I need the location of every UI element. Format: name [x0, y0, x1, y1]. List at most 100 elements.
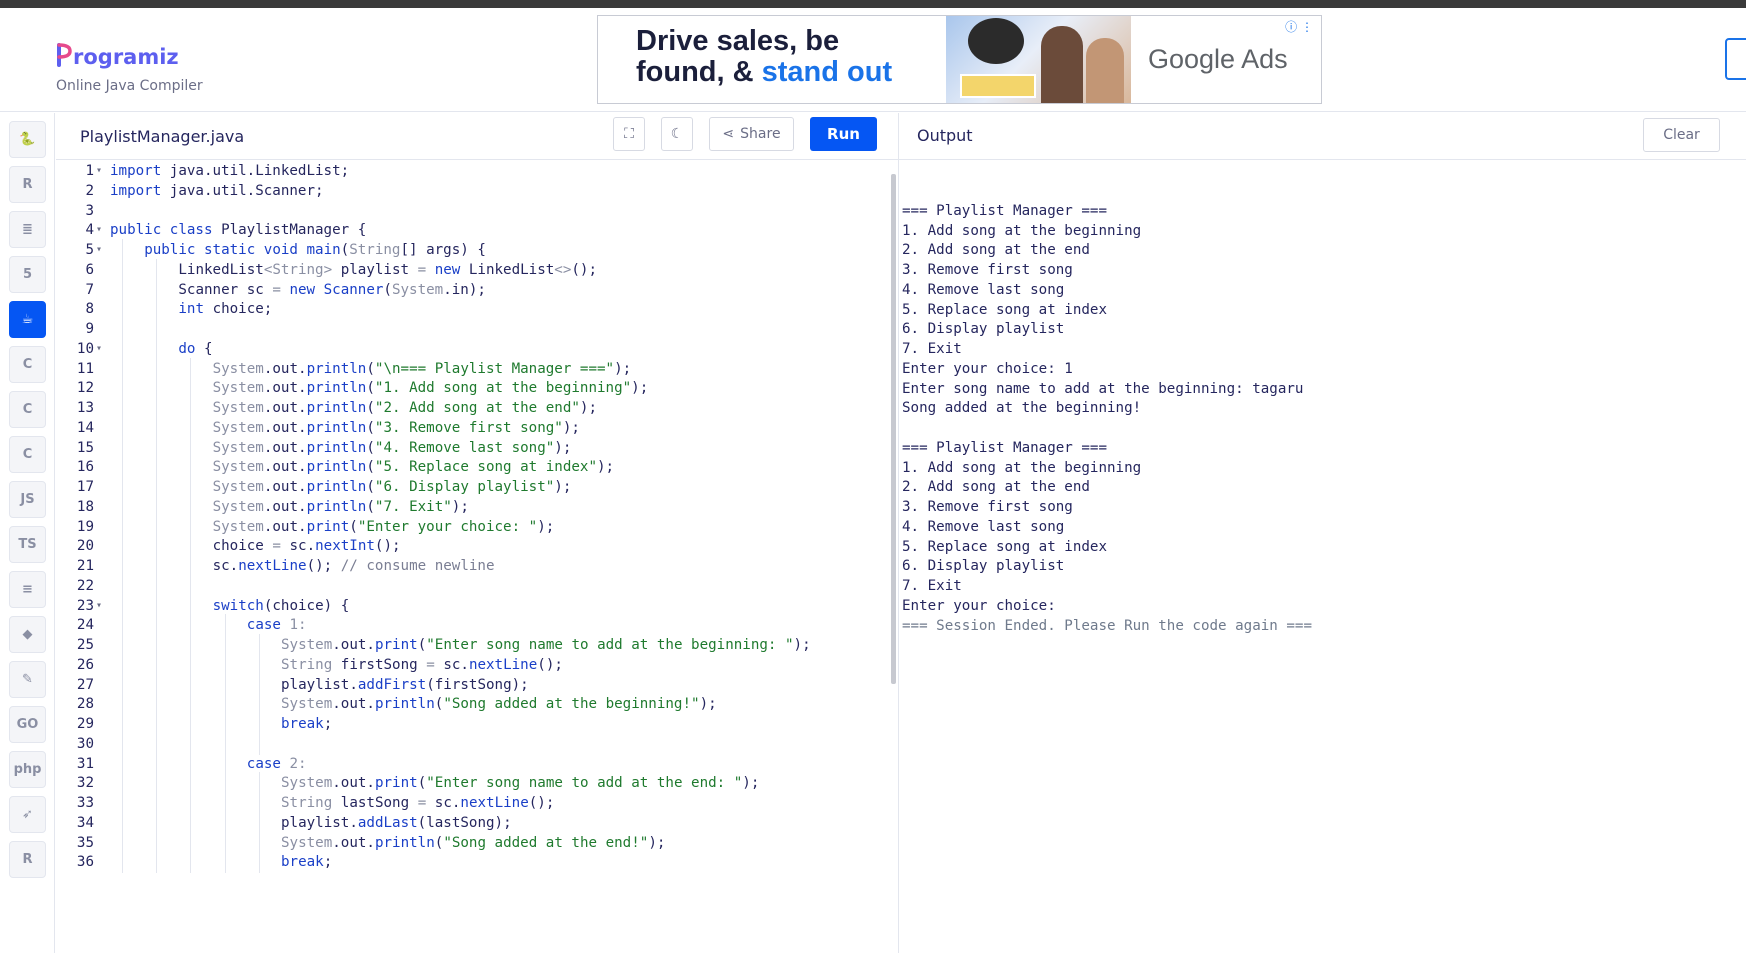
- panel-divider[interactable]: [898, 113, 899, 953]
- line-number: 19: [76, 518, 94, 535]
- editor-scrollbar[interactable]: [889, 160, 898, 953]
- code-token: ;: [323, 716, 333, 732]
- sidebar-item-ts[interactable]: TS: [9, 526, 46, 563]
- sidebar-item-html[interactable]: 5: [9, 256, 46, 293]
- sidebar-item-cpp[interactable]: C: [9, 391, 46, 428]
- indent-guide: [190, 713, 192, 735]
- code-line[interactable]: 19 System.out.print("Enter your choice: "…: [56, 515, 890, 538]
- code-line[interactable]: 13 System.out.println("2. Add song at the…: [56, 397, 890, 419]
- file-tab[interactable]: PlaylistManager.java: [80, 127, 244, 146]
- sidebar-item-python[interactable]: 🐍: [9, 121, 46, 158]
- fold-toggle-icon[interactable]: ▾: [96, 239, 102, 261]
- indent-guide: [122, 357, 123, 380]
- code-line[interactable]: 16 System.out.println("5. Replace song at…: [56, 456, 890, 479]
- fold-toggle-icon[interactable]: ▾: [96, 160, 102, 182]
- fold-toggle-icon[interactable]: ▾: [96, 338, 102, 360]
- code-line[interactable]: 23 ▾ switch(choice) {: [56, 594, 890, 617]
- code-line[interactable]: 27 playlist.addFirst(firstSong);: [56, 673, 890, 696]
- indent-guide: [190, 456, 192, 479]
- code-token: .out.: [263, 518, 307, 535]
- code-line[interactable]: 4 ▾ public class PlaylistManager {: [56, 219, 890, 241]
- output-line: 5. Replace song at index: [902, 538, 1107, 555]
- code-line[interactable]: 17 System.out.println("6. Display playlis…: [56, 476, 890, 498]
- theme-toggle-button[interactable]: ☾: [661, 117, 693, 151]
- programiz-logo[interactable]: rogramiz: [56, 38, 179, 69]
- code-line[interactable]: 6 LinkedList<String> playlist = new Linke…: [56, 258, 890, 281]
- clear-button[interactable]: Clear: [1643, 118, 1720, 152]
- code-line[interactable]: 33 String lastSong = sc.nextLine();: [56, 792, 890, 814]
- code-text: String lastSong = sc.nextLine();: [281, 792, 554, 814]
- code-line[interactable]: 1 ▾ import java.util.LinkedList;: [56, 160, 890, 182]
- code-line[interactable]: 24 case 1:: [56, 614, 890, 637]
- code-token: "4. Remove last song": [374, 439, 555, 456]
- sidebar-item-rust[interactable]: ✎: [9, 661, 46, 698]
- ad-info-icon[interactable]: ⓘ ⋮: [1285, 18, 1313, 35]
- sidebar-item-kotlin[interactable]: ≡: [9, 571, 46, 608]
- header-right-button[interactable]: [1725, 38, 1746, 80]
- advertisement-banner[interactable]: Drive sales, be found, & stand out Googl…: [597, 15, 1322, 104]
- code-line[interactable]: 11 System.out.println("\n=== Playlist Man…: [56, 357, 890, 380]
- code-token: ();: [306, 558, 333, 574]
- fold-toggle-icon[interactable]: ▾: [96, 219, 102, 241]
- code-token: addFirst: [357, 676, 427, 693]
- ad-card: [960, 74, 1036, 98]
- code-line[interactable]: 26 String firstSong = sc.nextLine();: [56, 653, 890, 676]
- fullscreen-button[interactable]: ⛶: [613, 117, 645, 151]
- code-line[interactable]: 22: [56, 574, 890, 597]
- output-console[interactable]: === Playlist Manager === 1. Add song at t…: [902, 182, 1742, 636]
- output-line: 3. Remove first song: [902, 499, 1073, 515]
- sidebar-item-sql[interactable]: ≣: [9, 211, 46, 248]
- code-line[interactable]: 7 Scanner sc = new Scanner(System.in);: [56, 278, 890, 301]
- code-token: sc.: [434, 795, 461, 811]
- code-line[interactable]: 28 System.out.println("Song added at the …: [56, 693, 890, 716]
- code-line[interactable]: 32 System.out.print("Enter song name to a…: [56, 772, 890, 795]
- fold-toggle-icon[interactable]: ▾: [96, 595, 102, 617]
- code-token: PlaylistManager {: [221, 222, 367, 239]
- code-text: choice = sc.nextInt();: [213, 535, 401, 557]
- code-line[interactable]: 35 System.out.println("Song added at the …: [56, 831, 890, 854]
- code-line[interactable]: 31 case 2:: [56, 752, 890, 775]
- code-line[interactable]: 8 int choice;: [56, 298, 890, 321]
- code-line[interactable]: 9: [56, 318, 890, 340]
- sidebar-item-js[interactable]: JS: [9, 481, 46, 518]
- code-line[interactable]: 18 System.out.println("7. Exit");: [56, 495, 890, 518]
- sidebar-item-php[interactable]: php: [9, 751, 46, 788]
- line-number: 3: [85, 202, 94, 219]
- code-line[interactable]: 34 playlist.addLast(lastSong);: [56, 811, 890, 834]
- code-token: "Enter your choice: ": [357, 518, 538, 535]
- sidebar-item-csharp[interactable]: C: [9, 436, 46, 473]
- code-line[interactable]: 14 System.out.println("3. Remove first so…: [56, 416, 890, 439]
- indent-guide: [156, 298, 158, 321]
- code-line[interactable]: 36 break;: [56, 851, 890, 874]
- editor-scrollbar-thumb[interactable]: [891, 174, 896, 684]
- code-line[interactable]: 25 System.out.print("Enter song name to a…: [56, 634, 890, 656]
- indent-guide: [122, 811, 123, 834]
- sidebar-item-go[interactable]: GO: [9, 706, 46, 743]
- sidebar-item-c[interactable]: C: [9, 346, 46, 383]
- code-line[interactable]: 12 System.out.println("1. Add song at the…: [56, 377, 890, 400]
- code-token: .out.: [332, 696, 375, 713]
- indent-guide: [156, 831, 158, 854]
- code-line[interactable]: 5 ▾ public static void main(String[] args)…: [56, 239, 890, 261]
- indent-guide: [190, 476, 192, 498]
- share-button[interactable]: ⋖ Share: [709, 117, 794, 151]
- sidebar-item-scala[interactable]: ◆: [9, 616, 46, 653]
- sidebar-item-java[interactable]: ☕: [9, 301, 46, 338]
- code-editor[interactable]: 1 ▾ import java.util.LinkedList; 2 import ja…: [56, 160, 890, 953]
- code-line[interactable]: 29 break;: [56, 713, 890, 735]
- code-token: playlist.: [281, 814, 358, 831]
- code-line[interactable]: 15 System.out.println("4. Remove last son…: [56, 436, 890, 459]
- indent-guide: [258, 851, 260, 874]
- code-line[interactable]: 30: [56, 732, 890, 755]
- code-token: (: [366, 498, 375, 515]
- code-line[interactable]: 3: [56, 200, 890, 222]
- code-line[interactable]: 2 import java.util.Scanner;: [56, 180, 890, 202]
- run-button[interactable]: Run: [810, 117, 877, 151]
- code-line[interactable]: 21 sc.nextLine(); // consume newline: [56, 555, 890, 577]
- sidebar-item-ruby[interactable]: R: [9, 841, 46, 878]
- sidebar-item-swift[interactable]: ➶: [9, 796, 46, 833]
- code-token: choice;: [212, 301, 273, 318]
- code-line[interactable]: 20 choice = sc.nextInt();: [56, 535, 890, 558]
- code-line[interactable]: 10 ▾ do {: [56, 337, 890, 360]
- sidebar-item-r[interactable]: R: [9, 166, 46, 203]
